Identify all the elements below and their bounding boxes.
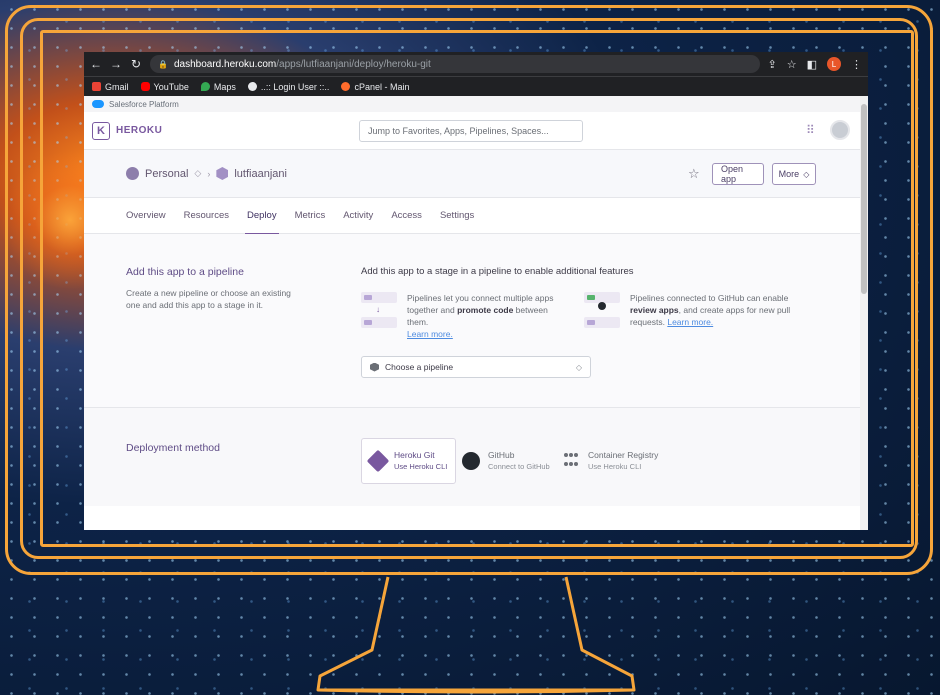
tab-access[interactable]: Access [391,198,422,234]
github-pipeline-illustration-icon [584,292,620,332]
pipeline-select-label: Choose a pipeline [385,362,454,372]
lock-icon: 🔒 [158,59,168,69]
youtube-icon [140,82,150,91]
forward-arrow-icon[interactable]: → [110,57,122,71]
method-github[interactable]: GitHub Connect to GitHub [454,438,558,484]
pipeline-features-heading: Add this app to a stage in a pipeline to… [361,266,634,277]
bookmark-youtube[interactable]: YouTube [140,81,189,92]
pipeline-section-description: Create a new pipeline or choose an exist… [126,288,291,310]
container-registry-icon [564,453,580,469]
more-button[interactable]: More ◇ [772,163,816,185]
url-host: dashboard.heroku.com [173,58,277,70]
deployment-method-title: Deployment method [126,442,220,454]
cpanel-icon [341,82,351,91]
heroku-page: Salesforce Platform K HEROKU Jump to Fav… [84,96,868,530]
breadcrumb-account[interactable]: Personal [145,168,188,180]
tab-deploy[interactable]: Deploy [245,198,279,235]
bookmark-label: Maps [213,81,236,92]
app-hexagon-icon [216,167,229,180]
chevron-updown-icon[interactable]: ◇ [194,168,201,179]
pipeline-illustration-icon: ↓ [361,292,397,332]
github-icon [462,452,480,470]
browser-window: ← → ↻ 🔒 dashboard.heroku.com /apps/lutfi… [84,52,868,530]
chevron-updown-icon: ◇ [803,169,810,179]
bookmark-cpanel[interactable]: cPanel - Main [341,82,409,92]
feature-text-bold: promote code [457,305,514,315]
learn-more-link[interactable]: Learn more. [667,317,713,327]
bookmark-star-icon[interactable]: ☆ [787,58,797,71]
pipeline-icon [370,362,379,372]
pipeline-select[interactable]: Choose a pipeline ◇ [361,356,591,378]
open-app-button[interactable]: Open app [712,163,764,185]
method-container-registry[interactable]: Container Registry Use Heroku CLI [556,438,666,484]
feature-text-bold: review apps [630,305,679,315]
breadcrumb: Personal ◇ › lutfiaanjani [126,167,287,180]
globe-icon [247,82,257,91]
bookmark-gmail[interactable]: Gmail [92,82,129,92]
bookmarks-bar: Gmail YouTube Maps ..:: Login User ::.. … [84,76,868,96]
chevron-right-icon: › [207,168,211,179]
favorite-star-icon[interactable]: ☆ [688,166,700,182]
page-scrollbar[interactable] [860,96,868,530]
address-bar[interactable]: 🔒 dashboard.heroku.com /apps/lutfiaanjan… [150,55,760,73]
learn-more-link[interactable]: Learn more. [407,329,453,339]
gmail-icon [92,82,101,91]
app-tabs: Overview Resources Deploy Metrics Activi… [84,198,868,235]
url-path: /apps/lutfiaanjani/deploy/heroku-git [276,58,431,70]
method-name: GitHub [488,450,515,460]
method-name: Heroku Git [394,450,435,460]
heroku-logo-icon[interactable]: K [92,121,110,140]
tab-settings[interactable]: Settings [440,198,474,234]
method-sub: Connect to GitHub [488,462,550,471]
share-icon[interactable]: ⇪ [768,58,777,71]
browser-toolbar: ← → ↻ 🔒 dashboard.heroku.com /apps/lutfi… [84,52,868,76]
tab-activity[interactable]: Activity [343,198,373,234]
salesforce-cloud-icon [92,100,104,108]
heroku-git-icon [366,449,390,473]
search-input[interactable]: Jump to Favorites, Apps, Pipelines, Spac… [359,120,583,142]
scrollbar-thumb[interactable] [861,104,867,294]
apps-grid-icon[interactable]: ⠿ [806,123,815,137]
browser-actions: ⇪ ☆ ◧ L ⋮ [768,57,862,71]
reload-icon[interactable]: ↻ [130,57,142,71]
feature-text-part: Pipelines connected to GitHub can enable [630,293,789,303]
pipeline-section: Add this app to a pipeline Create a new … [84,234,868,408]
bookmark-label: YouTube [153,81,189,92]
person-icon [126,167,139,180]
back-arrow-icon[interactable]: ← [90,57,102,71]
pipeline-section-title: Add this app to a pipeline [126,266,244,278]
profile-avatar[interactable]: L [827,57,841,71]
salesforce-bar: Salesforce Platform [84,96,868,112]
method-sub: Use Heroku CLI [588,462,642,471]
heroku-brand[interactable]: HEROKU [116,125,162,136]
bookmark-label: cPanel - Main [354,81,410,92]
deploy-content: Add this app to a pipeline Create a new … [84,234,868,506]
feature-review-apps: Pipelines connected to GitHub can enable… [584,292,814,332]
bookmark-label: Gmail [105,81,129,92]
sidepanel-icon[interactable]: ◧ [807,58,817,71]
app-bar: Personal ◇ › lutfiaanjani ☆ Open app Mor… [84,150,868,198]
tab-resources[interactable]: Resources [184,198,229,234]
method-heroku-git[interactable]: Heroku Git Use Heroku CLI [361,438,457,484]
method-sub: Use Heroku CLI [394,462,448,471]
chevron-updown-icon: ◇ [575,362,582,372]
salesforce-label: Salesforce Platform [109,99,179,109]
more-button-label: More [778,169,800,179]
method-name: Container Registry [588,450,659,460]
tab-metrics[interactable]: Metrics [295,198,326,234]
user-avatar[interactable] [830,120,850,140]
feature-promote-code: ↓ Pipelines let you connect multiple app… [361,292,571,340]
tab-overview[interactable]: Overview [126,198,166,234]
menu-kebab-icon[interactable]: ⋮ [851,58,862,71]
feature-review-text: Pipelines connected to GitHub can enable… [630,292,814,332]
bookmark-label: ..:: Login User ::.. [260,81,330,92]
feature-promote-text: Pipelines let you connect multiple apps … [407,292,571,340]
bookmark-login-user[interactable]: ..:: Login User ::.. [247,81,330,92]
maps-pin-icon [200,82,210,91]
deployment-method-section: Deployment method Heroku Git Use Heroku … [84,408,868,506]
bookmark-maps[interactable]: Maps [200,81,236,92]
breadcrumb-app-name[interactable]: lutfiaanjani [234,168,287,180]
